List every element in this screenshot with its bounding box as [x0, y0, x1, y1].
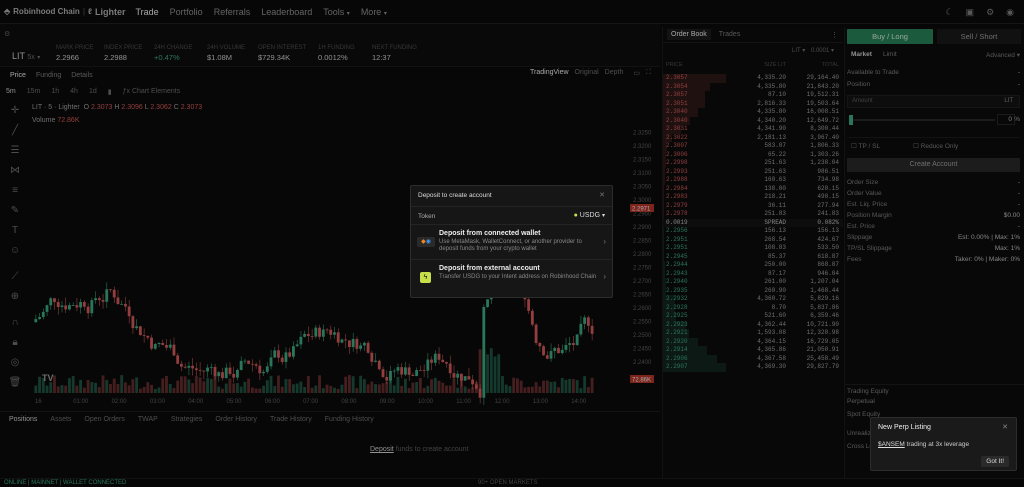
chevron-down-icon: ▾	[601, 213, 605, 219]
option-title: Deposit from connected wallet	[439, 230, 541, 237]
close-icon[interactable]: ✕	[599, 191, 605, 199]
toast-symbol-link[interactable]: $ANSEM	[878, 441, 905, 448]
usdg-coin-icon: ●	[573, 212, 578, 219]
token-row: Token ● USDG ▾	[411, 206, 612, 225]
token-selector[interactable]: ● USDG ▾	[574, 212, 605, 219]
toast-title: New Perp Listing	[878, 424, 931, 431]
deposit-wallet-option[interactable]: ◆◉ Deposit from connected wallet Use Met…	[411, 227, 612, 260]
chevron-right-icon: ›	[603, 237, 606, 246]
deposit-external-option[interactable]: ϟ Deposit from external account Transfer…	[411, 262, 612, 295]
modal-title: Deposit to create account	[418, 192, 492, 199]
lightning-icon: ϟ	[420, 272, 431, 283]
deposit-modal: Deposit to create account ✕ Token ● USDG…	[410, 185, 613, 298]
option-title: Deposit from external account	[439, 265, 540, 272]
toast-text: trading at 3x leverage	[906, 441, 970, 448]
option-description: Transfer USDG to your Intent address on …	[439, 274, 597, 280]
wallet-providers-icon: ◆◉	[417, 237, 435, 247]
chevron-right-icon: ›	[603, 272, 606, 281]
option-description: Use MetaMask, WalletConnect, or another …	[439, 239, 582, 252]
app-root: ⬘ Robinhood Chain | ℓ Lighter Trade Port…	[0, 0, 1024, 487]
token-label: Token	[418, 213, 436, 220]
listing-toast: New Perp Listing ✕ $ANSEM trading at 3x …	[870, 417, 1017, 471]
close-icon[interactable]: ✕	[1002, 423, 1008, 431]
token-value: USDG	[579, 212, 601, 219]
got-it-button[interactable]: Got It!	[981, 456, 1009, 467]
toast-body: $ANSEM trading at 3x leverage	[878, 441, 969, 448]
